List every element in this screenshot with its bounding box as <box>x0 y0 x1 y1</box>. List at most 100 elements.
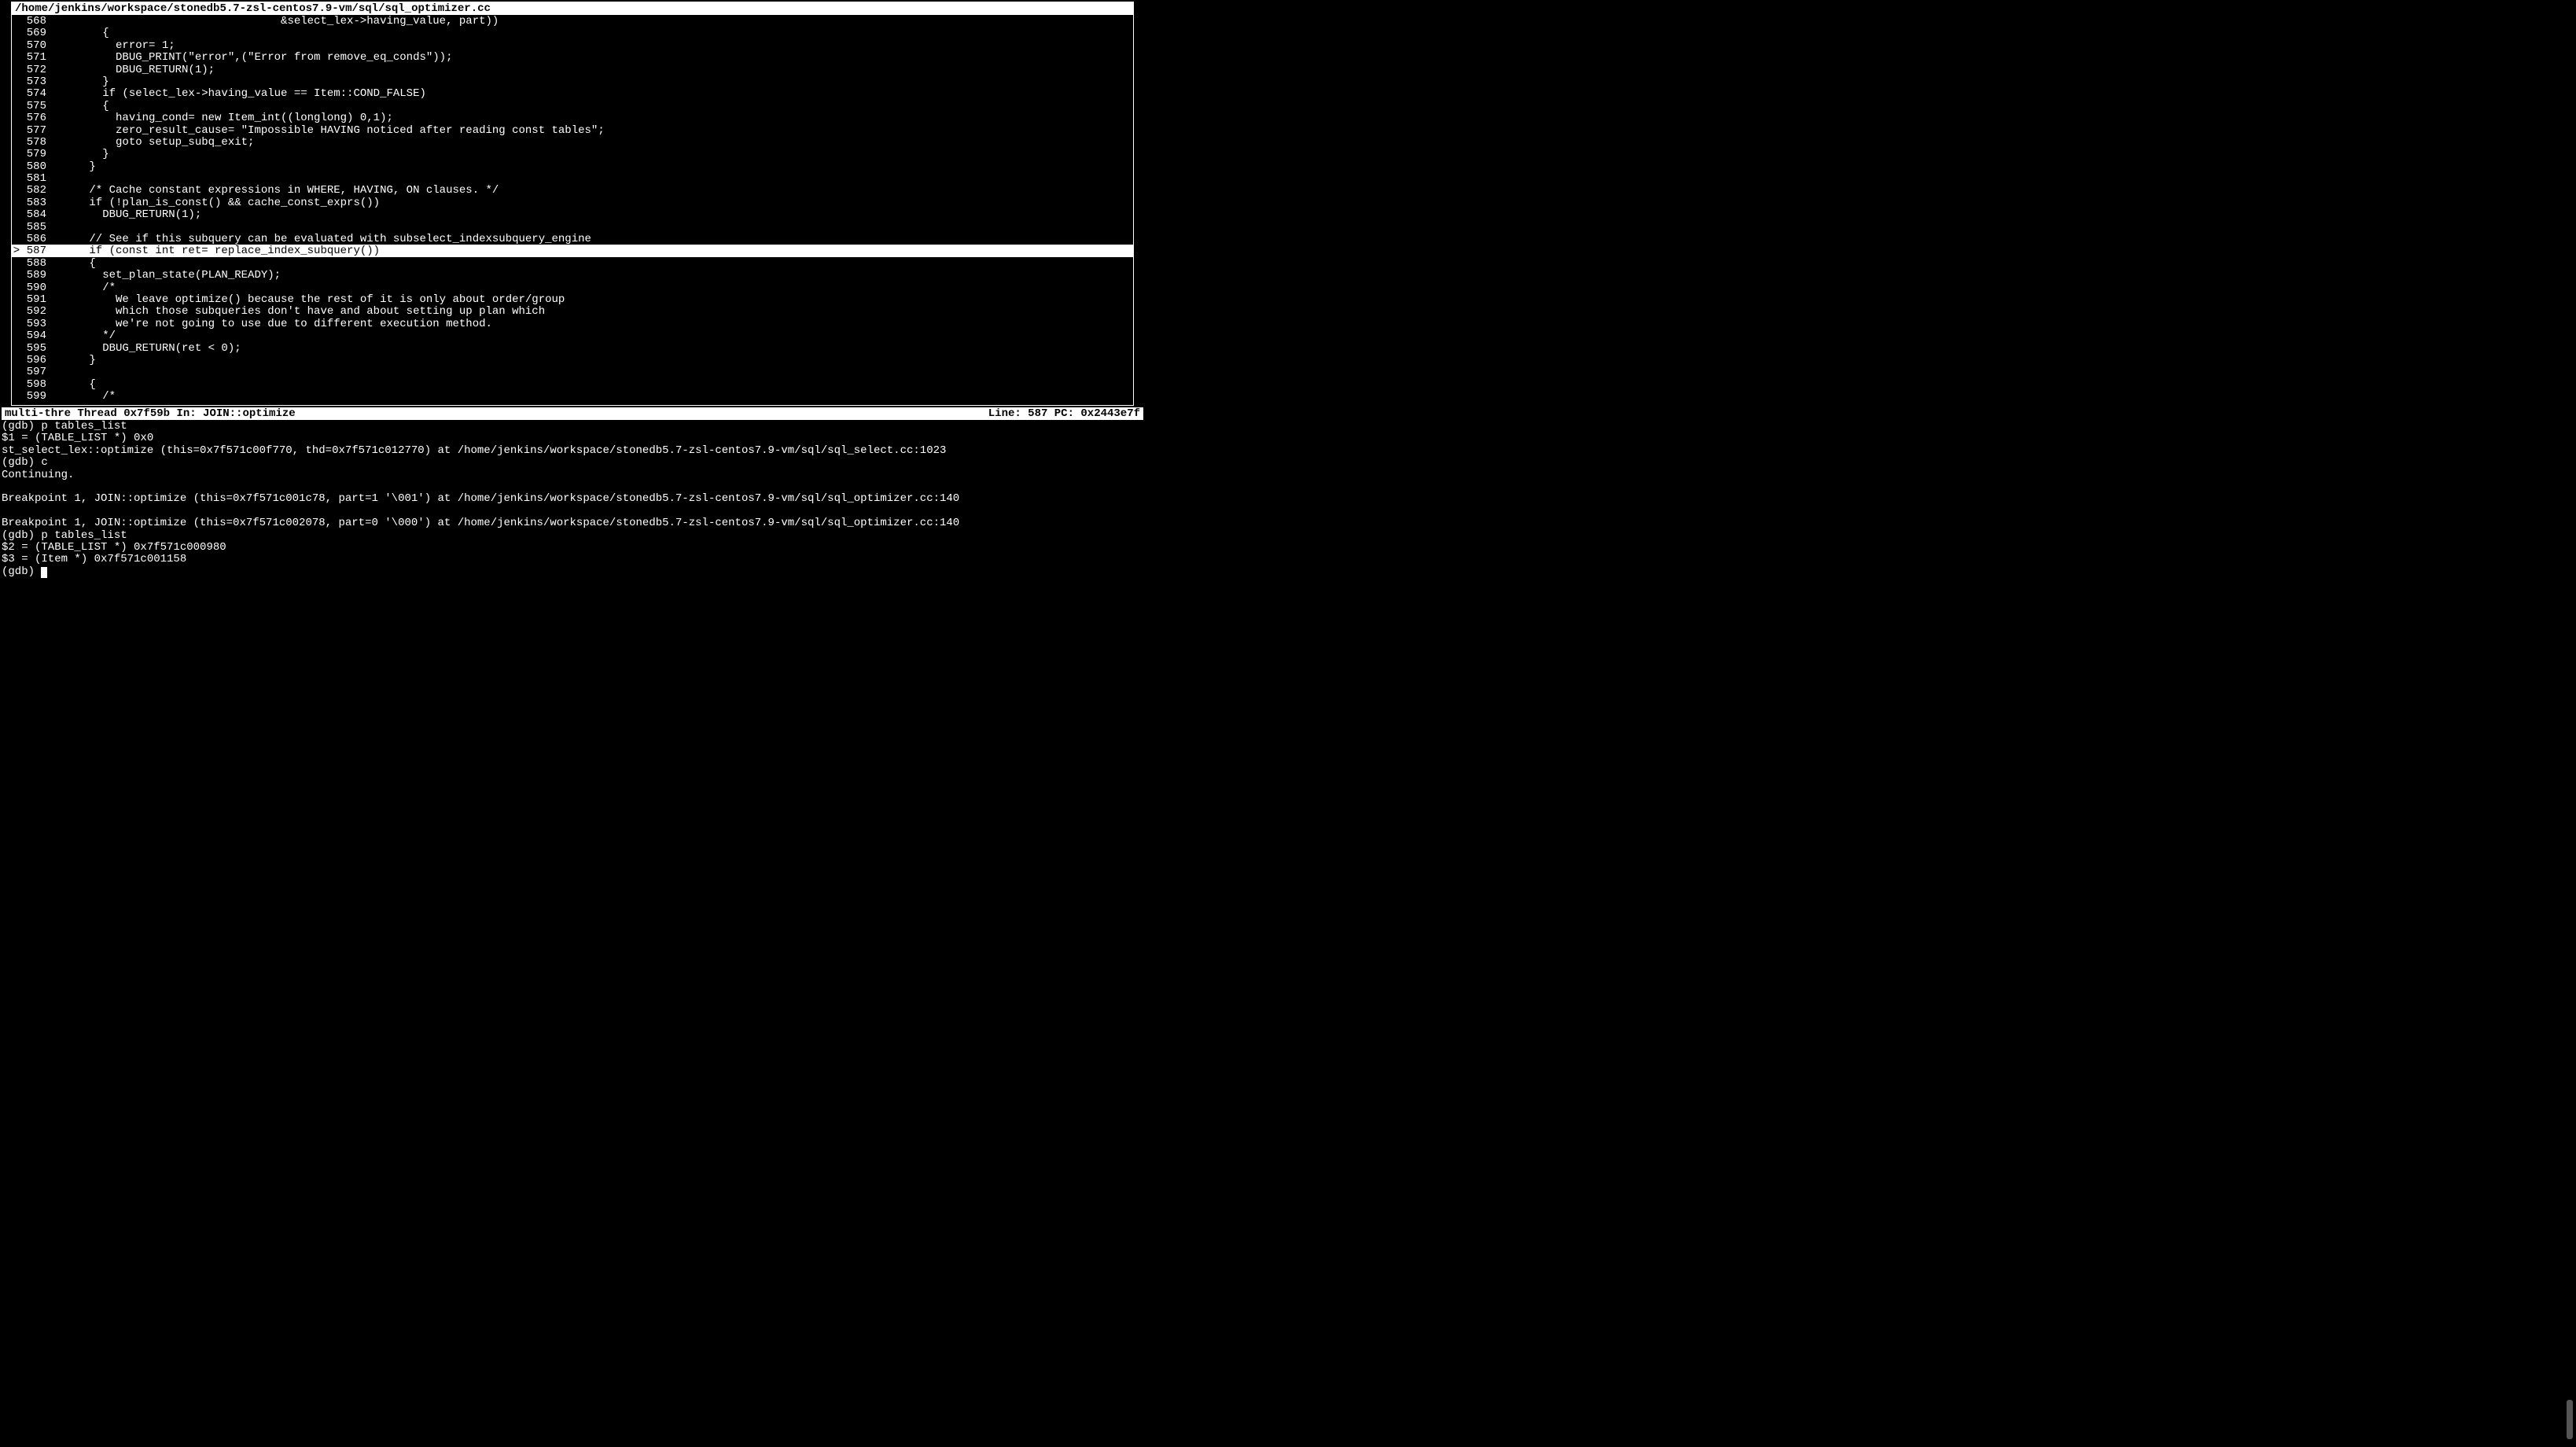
scrollbar[interactable] <box>2567 1400 2573 1439</box>
breakpoint-marker[interactable] <box>12 27 21 39</box>
source-line[interactable]: 582 /* Cache constant expressions in WHE… <box>12 184 1133 196</box>
source-line[interactable]: 568 &select_lex->having_value, part)) <box>12 15 1133 27</box>
breakpoint-marker[interactable] <box>12 64 21 75</box>
source-line[interactable]: 580 } <box>12 160 1133 172</box>
source-line[interactable]: 584 DBUG_RETURN(1); <box>12 208 1133 220</box>
console-line: $3 = (Item *) 0x7f571c001158 <box>2 553 1143 565</box>
source-line[interactable]: 578 goto setup_subq_exit; <box>12 136 1133 148</box>
source-line[interactable]: 581 <box>12 172 1133 184</box>
breakpoint-marker[interactable] <box>12 330 21 341</box>
source-line[interactable]: 577 zero_result_cause= "Impossible HAVIN… <box>12 124 1133 136</box>
line-number: 596 <box>21 354 46 366</box>
breakpoint-marker[interactable] <box>12 233 21 245</box>
breakpoint-marker[interactable] <box>12 318 21 330</box>
code-text: } <box>46 354 96 366</box>
source-line[interactable]: 574 if (select_lex->having_value == Item… <box>12 87 1133 99</box>
line-number: 569 <box>21 27 46 39</box>
code-text: if (select_lex->having_value == Item::CO… <box>46 87 426 99</box>
source-line[interactable]: 579 } <box>12 148 1133 160</box>
line-number: 592 <box>21 305 46 317</box>
source-line[interactable]: >587 if (const int ret= replace_index_su… <box>12 245 1133 256</box>
source-line[interactable]: 589 set_plan_state(PLAN_READY); <box>12 269 1133 281</box>
breakpoint-marker[interactable] <box>12 160 21 172</box>
breakpoint-marker[interactable] <box>12 197 21 208</box>
breakpoint-marker[interactable] <box>12 39 21 51</box>
source-line[interactable]: 590 /* <box>12 282 1133 293</box>
source-line[interactable]: 585 <box>12 221 1133 233</box>
line-number: 587 <box>21 245 46 256</box>
source-line[interactable]: 594 */ <box>12 330 1133 341</box>
code-text: DBUG_PRINT("error",("Error from remove_e… <box>46 51 452 63</box>
breakpoint-marker[interactable] <box>12 305 21 317</box>
console-line: Breakpoint 1, JOIN::optimize (this=0x7f5… <box>2 492 1143 504</box>
breakpoint-marker[interactable] <box>12 221 21 233</box>
breakpoint-marker[interactable]: > <box>12 245 21 256</box>
breakpoint-marker[interactable] <box>12 257 21 269</box>
source-line[interactable]: 576 having_cond= new Item_int((longlong)… <box>12 112 1133 123</box>
source-line[interactable]: 572 DBUG_RETURN(1); <box>12 64 1133 75</box>
gdb-console[interactable]: (gdb) p tables_list$1 = (TABLE_LIST *) 0… <box>0 420 1145 577</box>
source-line[interactable]: 569 { <box>12 27 1133 39</box>
source-line[interactable]: 583 if (!plan_is_const() && cache_const_… <box>12 197 1133 208</box>
breakpoint-marker[interactable] <box>12 390 21 402</box>
line-number: 578 <box>21 136 46 148</box>
code-text: // See if this subquery can be evaluated… <box>46 233 591 245</box>
breakpoint-marker[interactable] <box>12 378 21 390</box>
breakpoint-marker[interactable] <box>12 75 21 87</box>
breakpoint-marker[interactable] <box>12 87 21 99</box>
code-text: */ <box>46 330 116 341</box>
breakpoint-marker[interactable] <box>12 136 21 148</box>
source-line[interactable]: 599 /* <box>12 390 1133 402</box>
line-number: 571 <box>21 51 46 63</box>
prompt-text: (gdb) <box>2 565 41 578</box>
breakpoint-marker[interactable] <box>12 112 21 123</box>
breakpoint-marker[interactable] <box>12 208 21 220</box>
line-number: 584 <box>21 208 46 220</box>
source-line[interactable]: 596 } <box>12 354 1133 366</box>
console-line: (gdb) c <box>2 456 1143 468</box>
code-text: DBUG_RETURN(ret < 0); <box>46 342 241 354</box>
source-line[interactable]: 571 DBUG_PRINT("error",("Error from remo… <box>12 51 1133 63</box>
console-line: (gdb) p tables_list <box>2 420 1143 432</box>
source-line[interactable]: 591 We leave optimize() because the rest… <box>12 293 1133 305</box>
source-line[interactable]: 588 { <box>12 257 1133 269</box>
source-line[interactable]: 575 { <box>12 100 1133 112</box>
line-number: 583 <box>21 197 46 208</box>
source-pane: /home/jenkins/workspace/stonedb5.7-zsl-c… <box>11 2 1134 406</box>
code-text: } <box>46 160 96 172</box>
breakpoint-marker[interactable] <box>12 124 21 136</box>
breakpoint-marker[interactable] <box>12 148 21 160</box>
breakpoint-marker[interactable] <box>12 184 21 196</box>
code-text: if (!plan_is_const() && cache_const_expr… <box>46 197 380 208</box>
code-text: /* Cache constant expressions in WHERE, … <box>46 184 499 196</box>
line-number: 598 <box>21 378 46 390</box>
line-number: 580 <box>21 160 46 172</box>
code-area[interactable]: 568 &select_lex->having_value, part)) 56… <box>12 15 1133 403</box>
breakpoint-marker[interactable] <box>12 293 21 305</box>
source-line[interactable]: 570 error= 1; <box>12 39 1133 51</box>
line-number: 597 <box>21 366 46 377</box>
breakpoint-marker[interactable] <box>12 354 21 366</box>
source-line[interactable]: 586 // See if this subquery can be evalu… <box>12 233 1133 245</box>
line-number: 593 <box>21 318 46 330</box>
breakpoint-marker[interactable] <box>12 282 21 293</box>
console-line <box>2 505 1143 517</box>
source-line[interactable]: 597 <box>12 366 1133 377</box>
breakpoint-marker[interactable] <box>12 100 21 112</box>
code-text: { <box>46 100 109 112</box>
breakpoint-marker[interactable] <box>12 366 21 377</box>
code-text: DBUG_RETURN(1); <box>46 64 215 75</box>
source-line[interactable]: 592 which those subqueries don't have an… <box>12 305 1133 317</box>
source-line[interactable]: 573 } <box>12 75 1133 87</box>
source-line[interactable]: 593 we're not going to use due to differ… <box>12 318 1133 330</box>
source-line[interactable]: 598 { <box>12 378 1133 390</box>
code-text: } <box>46 148 109 160</box>
breakpoint-marker[interactable] <box>12 172 21 184</box>
gdb-prompt[interactable]: (gdb) <box>2 565 1143 577</box>
breakpoint-marker[interactable] <box>12 51 21 63</box>
breakpoint-marker[interactable] <box>12 15 21 27</box>
source-line[interactable]: 595 DBUG_RETURN(ret < 0); <box>12 342 1133 354</box>
line-number: 568 <box>21 15 46 27</box>
breakpoint-marker[interactable] <box>12 269 21 281</box>
breakpoint-marker[interactable] <box>12 342 21 354</box>
